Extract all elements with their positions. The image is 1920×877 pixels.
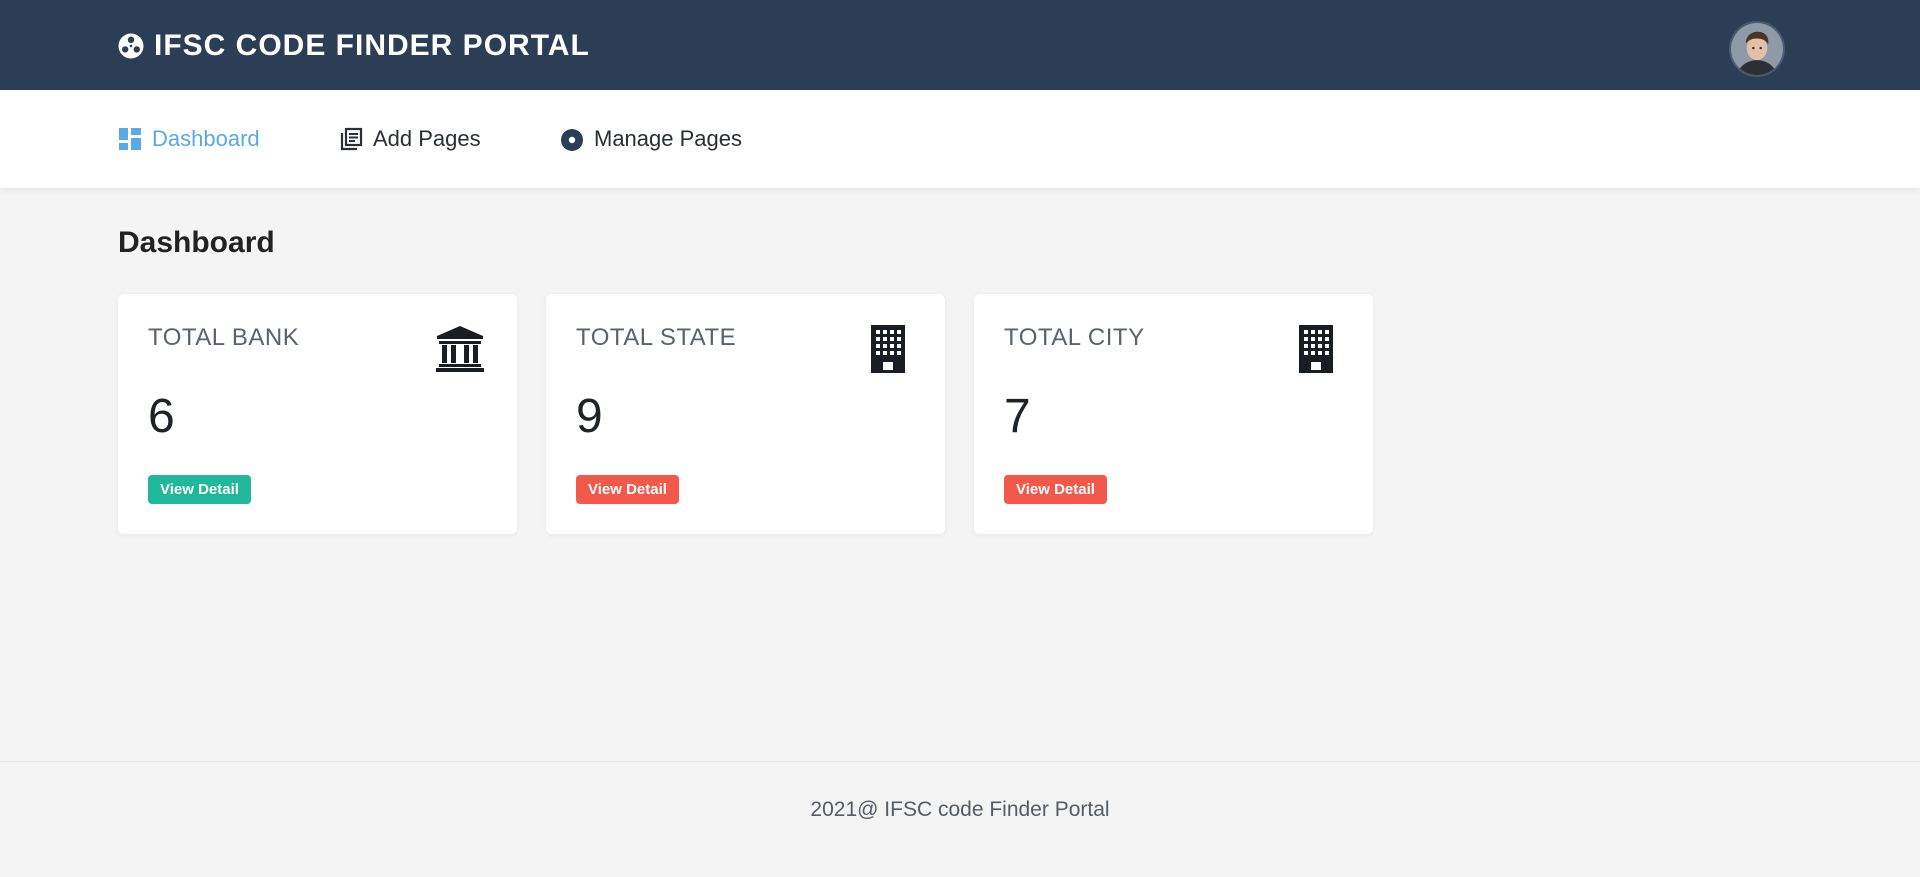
card-label: TOTAL STATE <box>576 324 737 351</box>
page-title: Dashboard <box>118 226 275 259</box>
pages-icon <box>340 127 363 151</box>
building-icon <box>1299 325 1333 373</box>
main-nav: Dashboard Add Pages Manage Pages <box>0 90 1920 188</box>
card-value: 7 <box>1004 390 1031 443</box>
card-label: TOTAL CITY <box>1004 324 1145 351</box>
card-label: TOTAL BANK <box>148 324 300 351</box>
stat-card-total-bank: TOTAL BANK 6 View Detail <box>118 294 517 534</box>
record-icon <box>561 129 583 151</box>
nav-item-label: Manage Pages <box>594 126 742 151</box>
film-reel-icon <box>118 33 144 59</box>
top-header: IFSC CODE FINDER PORTAL <box>0 0 1920 90</box>
view-detail-button[interactable]: View Detail <box>148 475 251 504</box>
footer: 2021@ IFSC code Finder Portal <box>0 761 1920 877</box>
dashboard-icon <box>119 128 141 150</box>
app-title: IFSC CODE FINDER PORTAL <box>154 29 590 62</box>
view-detail-button[interactable]: View Detail <box>576 475 679 504</box>
stat-card-total-city: TOTAL CITY 7 View Detail <box>974 294 1373 534</box>
bank-icon <box>436 326 484 372</box>
avatar-image <box>1731 23 1783 75</box>
nav-item-dashboard[interactable]: Dashboard <box>118 124 260 154</box>
brand[interactable]: IFSC CODE FINDER PORTAL <box>118 29 590 63</box>
nav-item-label: Dashboard <box>152 126 260 151</box>
footer-text: 2021@ IFSC code Finder Portal <box>810 798 1110 821</box>
nav-item-label: Add Pages <box>373 126 481 151</box>
nav-item-add-pages[interactable]: Add Pages <box>339 124 481 154</box>
card-value: 6 <box>148 390 175 443</box>
view-detail-button[interactable]: View Detail <box>1004 475 1107 504</box>
user-avatar[interactable] <box>1729 21 1785 77</box>
nav-item-manage-pages[interactable]: Manage Pages <box>560 124 742 154</box>
building-icon <box>871 325 905 373</box>
card-value: 9 <box>576 390 603 443</box>
stat-card-total-state: TOTAL STATE 9 View Detail <box>546 294 945 534</box>
